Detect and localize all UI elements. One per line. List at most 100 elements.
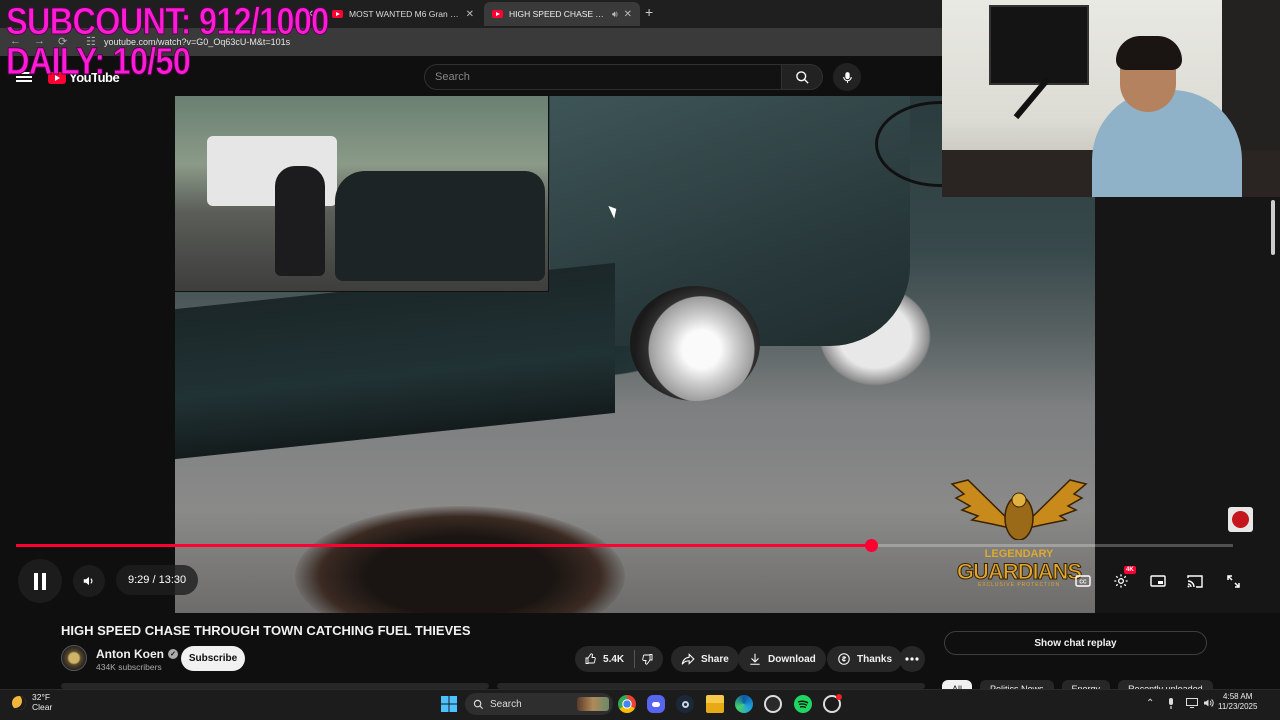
video-car-wheel xyxy=(630,286,760,401)
search-input[interactable] xyxy=(425,65,781,89)
svg-text:CC: CC xyxy=(1079,580,1087,586)
subscriber-count: 434K subscribers xyxy=(96,662,162,672)
channel-name-row[interactable]: Anton Koen ✓ xyxy=(96,647,178,661)
inset-person xyxy=(275,166,325,276)
chrome-icon[interactable] xyxy=(618,695,636,713)
more-horizontal-icon xyxy=(905,657,919,661)
captions-button[interactable]: CC xyxy=(1072,570,1094,592)
weather-condition: Clear xyxy=(32,701,53,712)
github-icon[interactable] xyxy=(764,695,782,713)
fullscreen-icon xyxy=(1226,574,1240,588)
floating-channel-button[interactable] xyxy=(1228,507,1253,532)
channel-badge-icon xyxy=(1232,511,1249,528)
thanks-button[interactable]: Thanks xyxy=(827,646,903,672)
search-box xyxy=(424,64,782,90)
download-icon xyxy=(750,653,760,665)
tab-title: MOST WANTED M6 Gran Coup xyxy=(349,9,460,19)
share-button[interactable]: Share xyxy=(671,646,739,672)
screen: ✕ MOST WANTED M6 Gran Coup ✕ HIGH SPEED … xyxy=(0,0,1280,720)
display-icon xyxy=(1186,698,1198,708)
tray-mic-icon[interactable] xyxy=(1167,698,1175,712)
speaker-icon[interactable]: 🔊︎ xyxy=(612,9,618,20)
weather-widget[interactable]: 32°F Clear xyxy=(12,692,53,713)
scrubber-handle[interactable] xyxy=(864,539,878,552)
logo-text-sub: EXCLUSIVE PROTECTION xyxy=(977,582,1061,588)
close-tab-icon[interactable]: ✕ xyxy=(466,9,474,20)
moon-icon xyxy=(12,695,26,710)
like-dislike-group: 5.4K xyxy=(575,646,663,672)
search-icon xyxy=(795,70,809,84)
time-display: 9:29 / 13:30 xyxy=(116,565,199,595)
microphone-icon xyxy=(842,71,852,83)
channel-avatar[interactable] xyxy=(61,645,87,671)
miniplayer-icon xyxy=(1150,575,1166,587)
thanks-label: Thanks xyxy=(857,653,893,665)
taskbar-search[interactable]: Search xyxy=(465,693,613,715)
streamer-hair xyxy=(1116,36,1182,70)
video-foreground-blur xyxy=(295,506,625,613)
system-clock[interactable]: 4:58 AM 11/23/2025 xyxy=(1218,692,1257,713)
tab-title: HIGH SPEED CHASE THROU xyxy=(509,9,606,19)
tray-overflow-icon[interactable]: ⌃ xyxy=(1146,698,1154,709)
secondary-panel xyxy=(1095,197,1280,613)
taskbar xyxy=(0,689,1280,720)
scrollbar[interactable] xyxy=(1271,200,1275,255)
more-actions-button[interactable] xyxy=(899,646,925,672)
close-tab-icon[interactable]: ✕ xyxy=(624,9,632,20)
search-icon xyxy=(473,699,484,709)
progress-bar[interactable] xyxy=(16,539,1233,552)
streamer-hoodie xyxy=(1092,90,1242,197)
cast-button[interactable] xyxy=(1184,570,1206,592)
verified-badge-icon: ✓ xyxy=(168,649,178,659)
video-title: HIGH SPEED CHASE THROUGH TOWN CATCHING F… xyxy=(61,623,471,638)
daily-overlay: DAILY: 10/50 xyxy=(6,41,192,83)
new-tab-icon[interactable]: + xyxy=(645,4,653,20)
tray-volume-icon[interactable] xyxy=(1203,698,1215,711)
mic-icon xyxy=(1169,698,1173,709)
cast-icon xyxy=(1187,574,1203,588)
clock-time: 4:58 AM xyxy=(1223,692,1253,701)
quality-badge: 4K xyxy=(1124,566,1136,574)
weather-text: 32°F Clear xyxy=(32,692,53,713)
thumbs-down-icon[interactable] xyxy=(641,652,653,666)
browser-tab-2[interactable]: MOST WANTED M6 Gran Coup ✕ xyxy=(324,2,482,26)
captions-icon: CC xyxy=(1075,575,1091,587)
share-icon xyxy=(681,653,695,665)
discord-icon[interactable] xyxy=(647,695,665,713)
recording-dot-icon xyxy=(836,694,842,700)
subcount-overlay: SUBCOUNT: 912/1000 xyxy=(6,1,330,43)
like-count[interactable]: 5.4K xyxy=(603,654,624,665)
guardians-logo: LEGENDARY GUARDIANS EXCLUSIVE PROTECTION xyxy=(948,470,1090,610)
pause-button[interactable] xyxy=(18,559,62,603)
steam-icon[interactable] xyxy=(676,695,694,713)
search-button[interactable] xyxy=(781,64,823,90)
channel-name[interactable]: Anton Koen xyxy=(96,647,164,661)
wall-frame xyxy=(989,5,1089,85)
spotify-icon[interactable] xyxy=(794,695,812,713)
show-chat-replay-button[interactable]: Show chat replay xyxy=(944,631,1207,655)
volume-button[interactable] xyxy=(73,565,105,597)
voice-search-button[interactable] xyxy=(833,63,861,91)
edge-icon[interactable] xyxy=(735,695,753,713)
eagle-wings-icon xyxy=(950,479,1088,540)
thanks-icon xyxy=(838,653,850,665)
file-explorer-icon[interactable] xyxy=(706,695,724,713)
webcam-overlay xyxy=(942,0,1280,197)
gear-icon xyxy=(1114,574,1128,588)
discord-glyph xyxy=(652,701,660,707)
video-car-body xyxy=(175,262,615,460)
fullscreen-button[interactable] xyxy=(1222,570,1244,592)
search-highlight-thumbnail xyxy=(577,697,609,711)
browser-tab-3-active[interactable]: HIGH SPEED CHASE THROU 🔊︎ ✕ xyxy=(484,2,640,26)
thumbs-up-icon[interactable] xyxy=(585,652,597,666)
subscribe-button[interactable]: Subscribe xyxy=(181,646,245,671)
inset-sedan xyxy=(335,171,545,281)
pause-icon xyxy=(34,572,46,590)
share-label: Share xyxy=(701,653,729,665)
download-button[interactable]: Download xyxy=(738,646,826,672)
steam-glyph xyxy=(681,700,689,708)
obs-icon[interactable] xyxy=(823,694,842,713)
tray-monitor-icon[interactable] xyxy=(1186,698,1198,711)
start-button[interactable] xyxy=(440,695,458,713)
miniplayer-button[interactable] xyxy=(1147,570,1169,592)
